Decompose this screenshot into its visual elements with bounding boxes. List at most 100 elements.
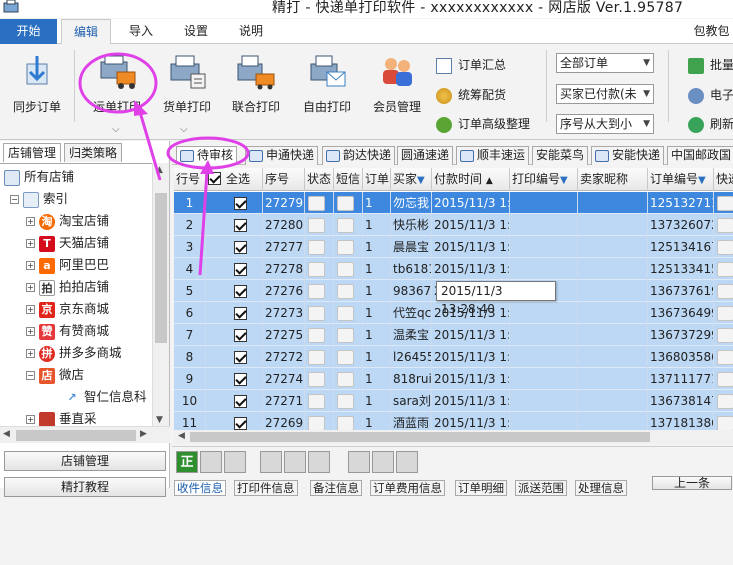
- tab-anneng[interactable]: 安能快递: [591, 146, 665, 165]
- row-checkbox[interactable]: [234, 285, 247, 298]
- tree-node-youzan[interactable]: + 赞有赞商城: [26, 320, 109, 342]
- tree-node-all-shops[interactable]: 所有店铺: [4, 166, 74, 188]
- col-sms[interactable]: 短信: [334, 168, 363, 191]
- sort-order-select[interactable]: 序号从大到小 ▼: [556, 114, 654, 134]
- row-checkbox[interactable]: [234, 197, 247, 210]
- chevron-down-icon[interactable]: ▼: [156, 415, 163, 425]
- col-buyer[interactable]: 买家▼: [391, 168, 432, 191]
- shop-management-button[interactable]: 店铺管理: [4, 451, 166, 471]
- tab-sto[interactable]: 申通快递: [245, 146, 319, 165]
- col-order-no[interactable]: 订单编号▼: [648, 168, 714, 191]
- tree-node-taobao[interactable]: + 淘淘宝店铺: [26, 210, 109, 232]
- combined-print-button[interactable]: 联合打印: [226, 52, 286, 115]
- status-filter-button[interactable]: [348, 451, 370, 473]
- refresh-button[interactable]: 刷新: [688, 115, 733, 133]
- expand-icon[interactable]: +: [26, 327, 35, 336]
- col-paid-time[interactable]: 付款时间 ▲: [432, 168, 510, 191]
- tab-anneng-cainiao[interactable]: 安能菜鸟: [532, 146, 589, 165]
- col-line[interactable]: 行号: [174, 168, 206, 191]
- status-filter-button[interactable]: [284, 451, 306, 473]
- tab-yunda[interactable]: 韵达快递: [322, 146, 396, 165]
- tree-node-index[interactable]: − 索引: [10, 188, 68, 210]
- expand-icon[interactable]: +: [26, 261, 35, 270]
- chevron-left-icon[interactable]: ◀: [3, 429, 10, 439]
- row-checkbox[interactable]: [234, 219, 247, 232]
- col-seller-nick[interactable]: 卖家昵称: [578, 168, 648, 191]
- row-checkbox[interactable]: [234, 417, 247, 430]
- expand-icon[interactable]: +: [26, 349, 35, 358]
- filter-icon[interactable]: ▼: [417, 175, 425, 186]
- select-all-checkbox[interactable]: [208, 172, 221, 185]
- free-print-button[interactable]: 自由打印: [298, 52, 356, 115]
- scroll-thumb[interactable]: [16, 430, 136, 441]
- table-row[interactable]: 1 27279 1 勿忘我 2015/11/3 1: 125132711: [174, 192, 733, 214]
- row-checkbox[interactable]: [234, 329, 247, 342]
- tab-settings[interactable]: 设置: [175, 19, 217, 44]
- col-print-no[interactable]: 打印编号▼: [510, 168, 578, 191]
- status-filter-button[interactable]: 正: [176, 451, 198, 473]
- tab-start[interactable]: 开始: [0, 19, 57, 44]
- table-row[interactable]: 10 27271 1 sara刘 2015/11/3 1: 136738147: [174, 390, 733, 412]
- tab-order-detail[interactable]: 订单明细: [455, 480, 507, 496]
- tree-node-pinduoduo[interactable]: + 拼拼多多商城: [26, 342, 122, 364]
- goods-list-print-button[interactable]: 货单打印: [158, 52, 216, 115]
- advanced-sort-button[interactable]: 订单高级整理: [436, 115, 530, 133]
- col-order[interactable]: 订单: [363, 168, 391, 191]
- tab-tutorial[interactable]: 包教包: [690, 19, 733, 44]
- col-seq[interactable]: 序号: [263, 168, 305, 191]
- table-row[interactable]: 7 27275 1 温柔宝 2015/11/3 1: 136737299: [174, 324, 733, 346]
- chevron-left-icon[interactable]: ◀: [178, 431, 185, 441]
- chevron-right-icon[interactable]: ▶: [140, 429, 147, 439]
- tree-vertical-scrollbar[interactable]: ▲ ▼: [152, 163, 169, 431]
- sync-orders-button[interactable]: 同步订单: [8, 52, 66, 115]
- chevron-down-icon[interactable]: ⌵: [112, 124, 120, 135]
- waybill-print-button[interactable]: 运单打印: [88, 52, 146, 115]
- tree-node-jd[interactable]: + 京京东商城: [26, 298, 109, 320]
- table-row[interactable]: 2 27280 1 快乐彬 2015/11/3 1: 137326072: [174, 214, 733, 236]
- electronic-button[interactable]: 电子: [688, 86, 733, 104]
- row-checkbox[interactable]: [234, 307, 247, 320]
- grid-horizontal-scrollbar[interactable]: ◀: [174, 430, 733, 444]
- tab-fee-info[interactable]: 订单费用信息: [370, 480, 445, 496]
- tab-edit[interactable]: 编辑: [61, 19, 111, 45]
- payment-status-select[interactable]: 买家已付款(未 ▼: [556, 84, 654, 104]
- expand-icon[interactable]: +: [26, 305, 35, 314]
- row-checkbox[interactable]: [234, 241, 247, 254]
- tab-yto[interactable]: 圆通速递: [397, 146, 454, 165]
- tree-node-alibaba[interactable]: + a 阿里巴巴: [26, 254, 109, 276]
- allocation-button[interactable]: 统筹配货: [436, 86, 506, 104]
- status-filter-button[interactable]: [224, 451, 246, 473]
- status-filter-button[interactable]: [372, 451, 394, 473]
- table-row[interactable]: 9 27274 1 818rui 2015/11/3 1: 137111771: [174, 368, 733, 390]
- tab-help[interactable]: 说明: [230, 19, 272, 44]
- batch-button[interactable]: 批量: [688, 56, 733, 74]
- tab-delivery-range[interactable]: 派送范围: [515, 480, 567, 496]
- chevron-up-icon[interactable]: ▲: [156, 165, 163, 175]
- row-checkbox[interactable]: [234, 373, 247, 386]
- expand-icon[interactable]: +: [26, 239, 35, 248]
- table-row[interactable]: 3 27277 1 晨晨宝 2015/11/3 1: 125134167: [174, 236, 733, 258]
- expand-icon[interactable]: +: [26, 283, 35, 292]
- tab-sf[interactable]: 顺丰速运: [456, 146, 530, 165]
- collapse-icon[interactable]: −: [26, 371, 35, 380]
- col-select-all[interactable]: 全选: [206, 168, 263, 191]
- col-express[interactable]: 快递: [714, 168, 733, 191]
- tutorial-button[interactable]: 精打教程: [4, 477, 166, 497]
- tree-node-tmall[interactable]: + T 天猫店铺: [26, 232, 109, 254]
- expand-icon[interactable]: +: [26, 217, 35, 226]
- members-button[interactable]: 会员管理: [368, 52, 426, 115]
- tree-node-shop[interactable]: ↗ 智仁信息科: [64, 386, 146, 408]
- tree-horizontal-scrollbar[interactable]: ◀ ▶: [0, 426, 170, 443]
- scroll-thumb[interactable]: [155, 193, 167, 343]
- filter-icon[interactable]: ▼: [560, 175, 568, 186]
- tab-pending-review[interactable]: 待审核: [176, 146, 238, 165]
- tree-node-paipai[interactable]: + 拍拍拍店铺: [26, 276, 109, 298]
- tab-china-post[interactable]: 中国邮政国: [667, 146, 733, 165]
- tree-node-weidian[interactable]: − 店微店: [26, 364, 84, 386]
- chevron-down-icon[interactable]: ⌵: [180, 124, 188, 135]
- order-scope-select[interactable]: 全部订单 ▼: [556, 53, 654, 73]
- status-filter-button[interactable]: [260, 451, 282, 473]
- status-filter-button[interactable]: [396, 451, 418, 473]
- expand-icon[interactable]: +: [26, 415, 35, 424]
- table-row[interactable]: 11 27269 1 酒蓝雨 2015/11/3 1: 137181386: [174, 412, 733, 430]
